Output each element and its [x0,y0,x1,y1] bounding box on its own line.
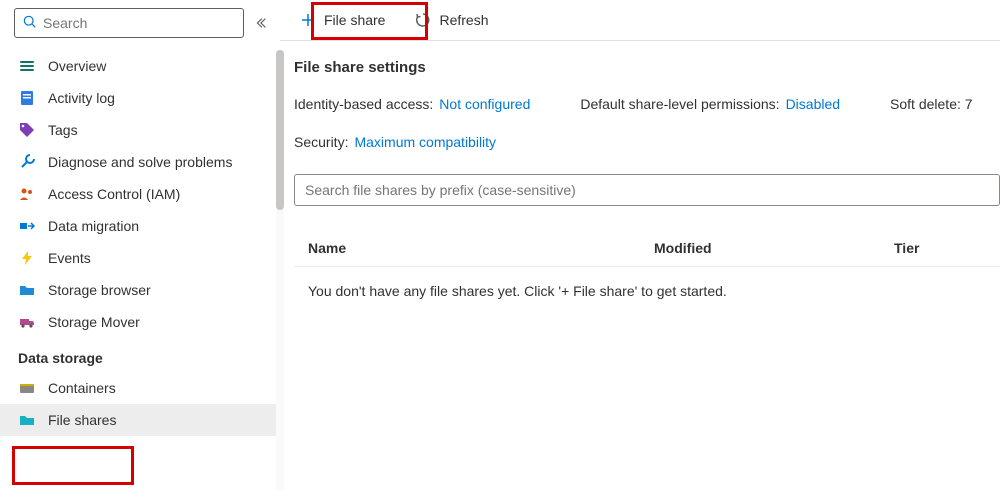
add-file-share-button[interactable]: File share [294,8,391,32]
setting-label: Soft delete: 7 [890,96,973,112]
setting-link-permissions[interactable]: Disabled [786,96,840,112]
log-icon [18,89,36,107]
sidebar-item-label: Storage Mover [48,314,140,330]
column-header-name[interactable]: Name [294,240,654,256]
sidebar-item-containers[interactable]: Containers [0,372,280,404]
sidebar-item-iam[interactable]: Access Control (IAM) [0,178,280,210]
sidebar-item-data-migration[interactable]: Data migration [0,210,280,242]
empty-table-message: You don't have any file shares yet. Clic… [294,267,1000,299]
tag-icon [18,121,36,139]
table-header: Name Modified Tier [294,240,1000,267]
sidebar-item-tags[interactable]: Tags [0,114,280,146]
sidebar-item-events[interactable]: Events [0,242,280,274]
sidebar-item-label: Events [48,250,91,266]
lightning-icon [18,249,36,267]
migration-icon [18,217,36,235]
folder-icon [18,281,36,299]
setting-share-permissions: Default share-level permissions: Disable… [580,96,840,112]
filter-file-shares-input[interactable] [294,174,1000,206]
main-panel: File share Refresh File share settings I… [280,0,1000,500]
sidebar-item-label: Storage browser [48,282,151,298]
sidebar-item-storage-browser[interactable]: Storage browser [0,274,280,306]
setting-label: Identity-based access: [294,96,433,112]
collapse-sidebar-button[interactable] [254,13,268,33]
sidebar-item-label: Tags [48,122,78,138]
sidebar-list: Overview Activity log Tags Diagnose and … [0,50,280,500]
sidebar-item-label: Data migration [48,218,139,234]
column-header-tier[interactable]: Tier [894,240,1000,256]
search-input[interactable] [43,15,235,31]
content: File share settings Identity-based acces… [280,41,1000,299]
column-header-modified[interactable]: Modified [654,240,894,256]
sidebar-item-label: Containers [48,380,116,396]
setting-link-security[interactable]: Maximum compatibility [354,134,496,150]
sidebar-item-label: Activity log [48,90,115,106]
toolbar-button-label: File share [324,12,385,28]
sidebar-item-file-shares[interactable]: File shares [0,404,280,436]
wrench-icon [18,153,36,171]
sidebar-item-diagnose[interactable]: Diagnose and solve problems [0,146,280,178]
section-data-storage: Data storage [0,338,280,372]
setting-link-identity[interactable]: Not configured [439,96,530,112]
settings-row-2: Security: Maximum compatibility [294,134,1000,150]
fileshare-icon [18,411,36,429]
setting-label: Default share-level permissions: [580,96,779,112]
refresh-button[interactable]: Refresh [409,8,494,32]
sidebar-item-label: Overview [48,58,106,74]
container-icon [18,379,36,397]
toolbar-button-label: Refresh [439,12,488,28]
setting-security: Security: Maximum compatibility [294,134,496,150]
settings-row-1: Identity-based access: Not configured De… [294,96,1000,112]
refresh-icon [415,12,431,28]
search-icon [23,15,37,32]
toolbar: File share Refresh [280,0,1000,41]
sidebar-item-activity-log[interactable]: Activity log [0,82,280,114]
setting-identity-access: Identity-based access: Not configured [294,96,530,112]
search-box[interactable] [14,8,244,38]
setting-label: Security: [294,134,348,150]
overview-icon [18,57,36,75]
setting-soft-delete: Soft delete: 7 [890,96,973,112]
sidebar-item-label: Access Control (IAM) [48,186,180,202]
search-row [0,8,280,44]
settings-title: File share settings [294,59,1000,76]
people-icon [18,185,36,203]
sidebar-item-label: File shares [48,412,116,428]
sidebar-item-label: Diagnose and solve problems [48,154,232,170]
plus-icon [300,12,316,28]
sidebar: Overview Activity log Tags Diagnose and … [0,0,280,500]
file-shares-table: Name Modified Tier You don't have any fi… [294,240,1000,299]
sidebar-item-storage-mover[interactable]: Storage Mover [0,306,280,338]
sidebar-item-overview[interactable]: Overview [0,50,280,82]
truck-icon [18,313,36,331]
